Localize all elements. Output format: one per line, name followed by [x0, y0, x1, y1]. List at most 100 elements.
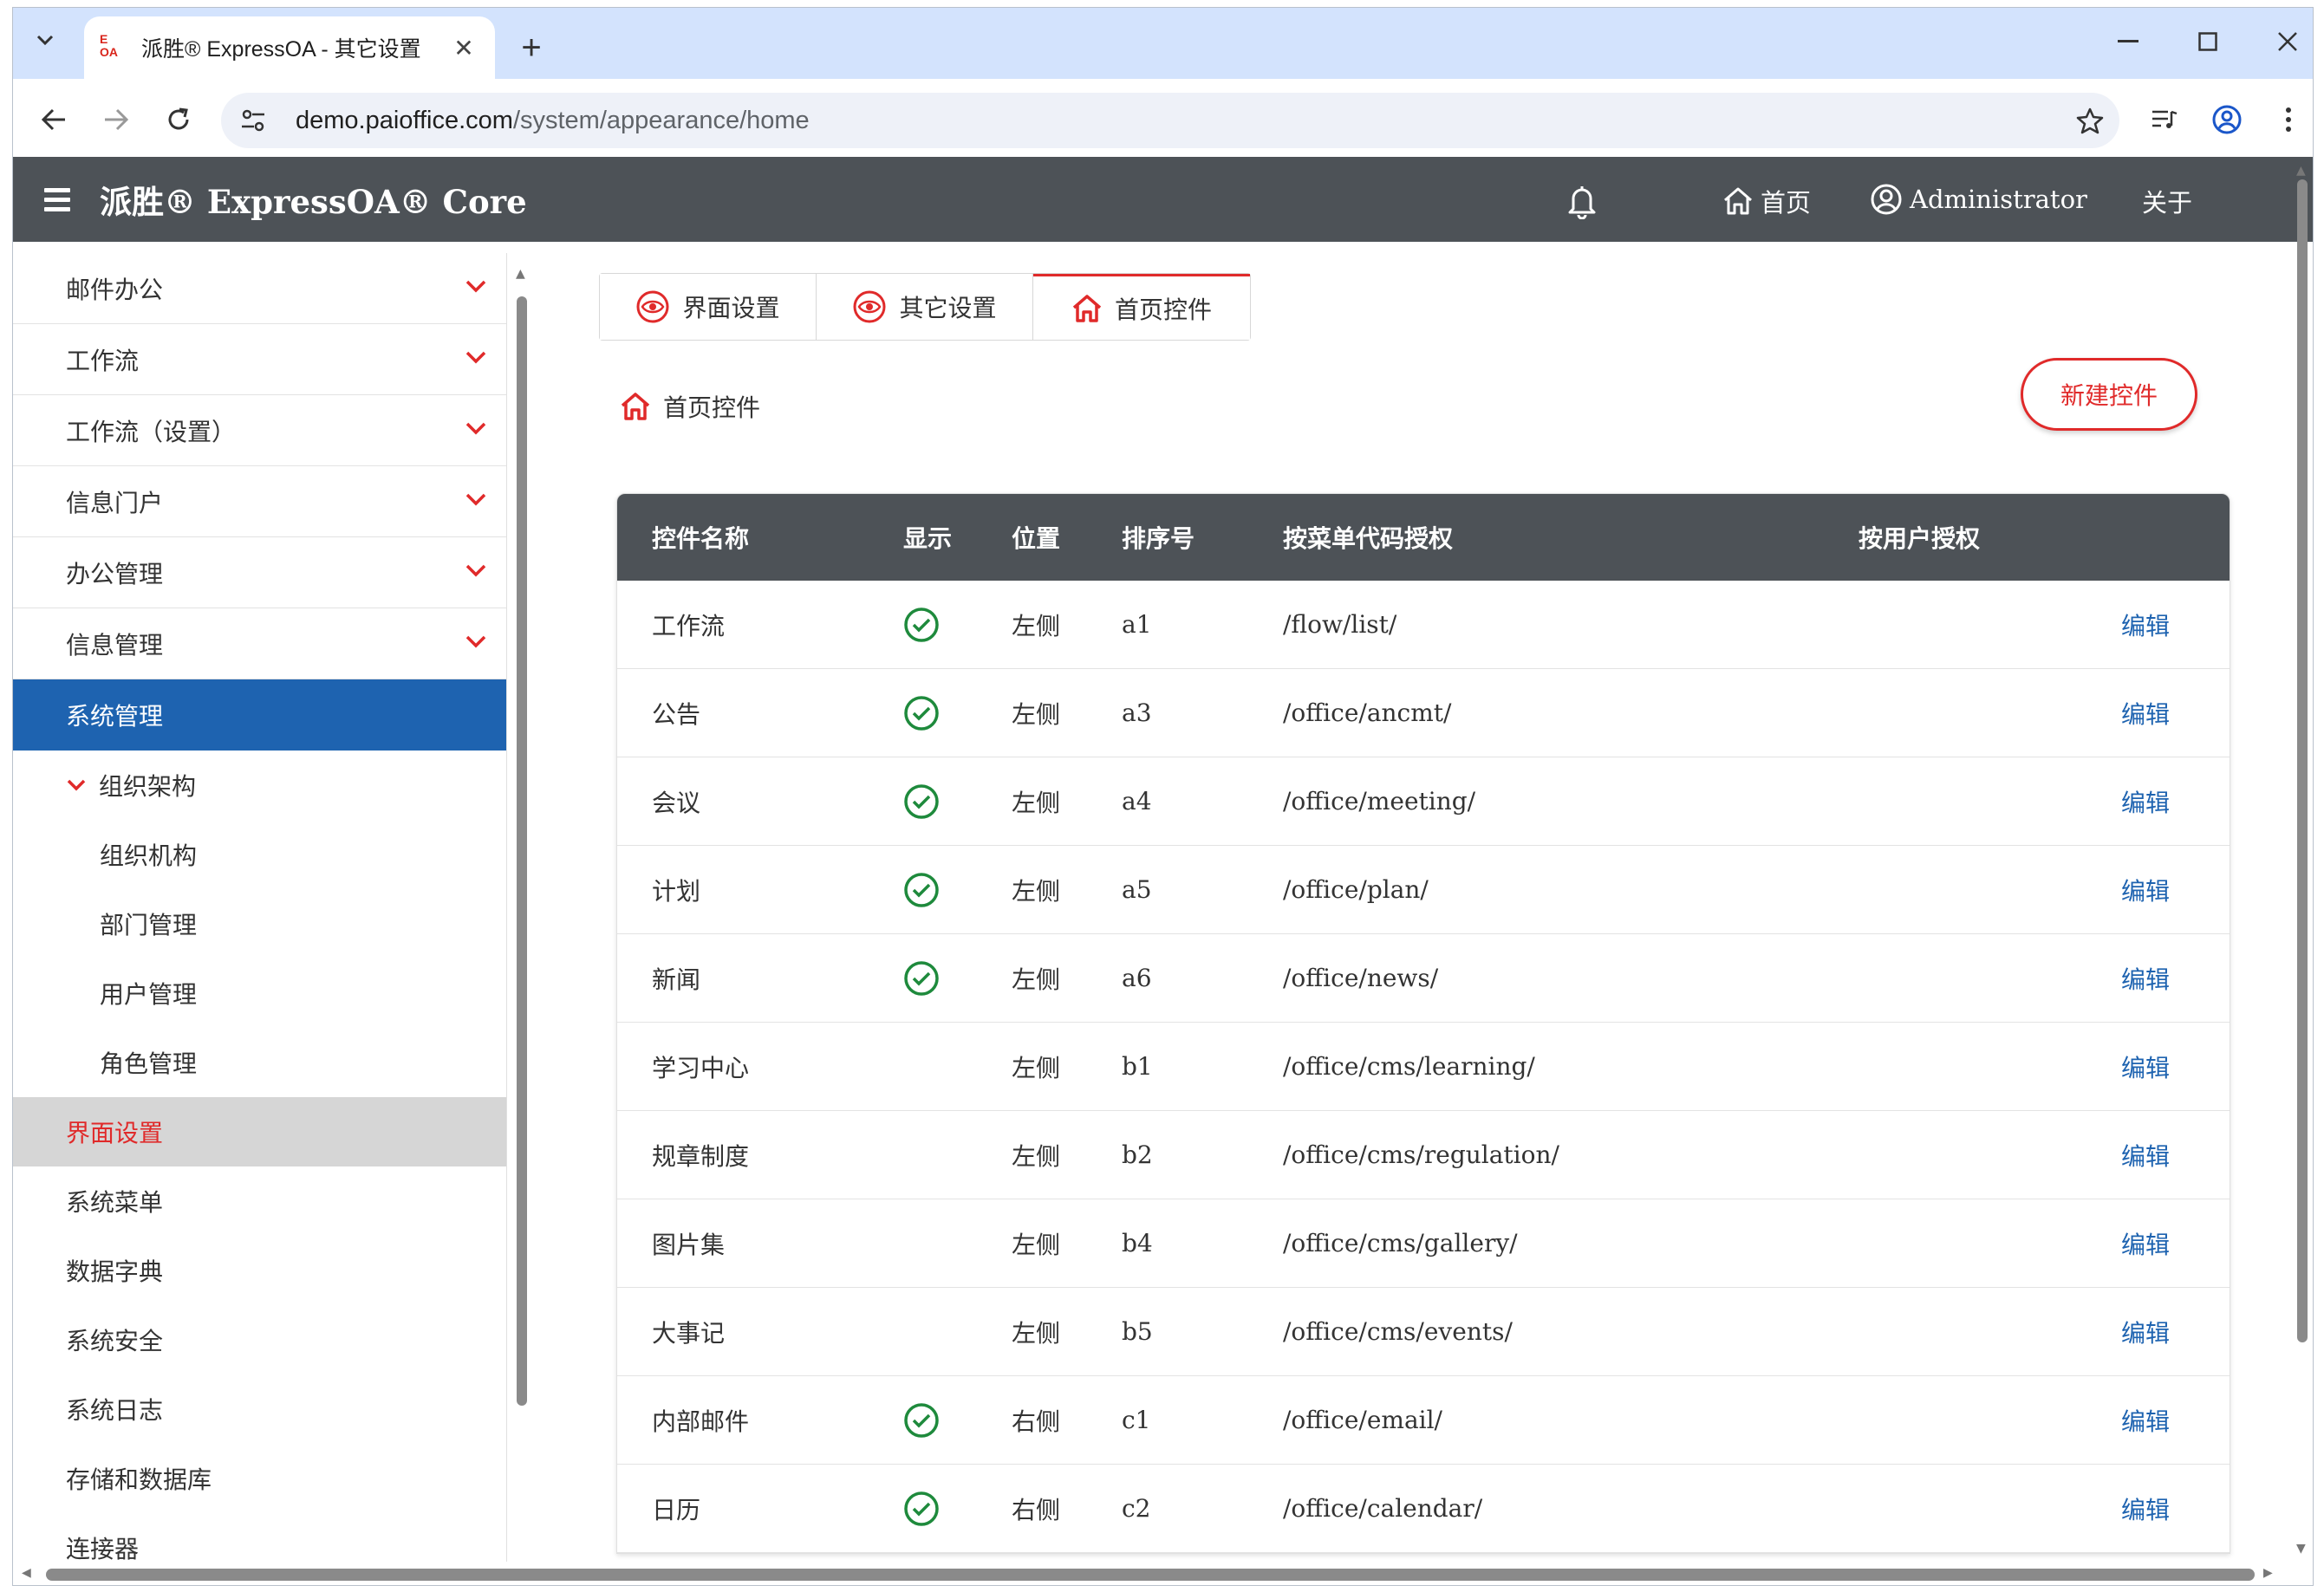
main-content: 界面设置 其它设置 首页控件 首页控件 新建控件 控件名称 显示 位置 排序号 … [533, 242, 2293, 1568]
sidebar-scroll-thumb[interactable] [517, 296, 527, 1406]
minimize-button[interactable] [2102, 20, 2154, 63]
sidebar-group-org[interactable]: 组织架构 [13, 751, 506, 820]
sidebar-item-workflow[interactable]: 工作流 [13, 324, 506, 395]
edit-link[interactable]: 编辑 [2121, 1376, 2170, 1464]
check-circle-icon [904, 1402, 939, 1438]
bookmark-star-icon[interactable] [2076, 107, 2104, 134]
sidebar-item-label: 办公管理 [66, 559, 164, 588]
edit-link[interactable]: 编辑 [2121, 934, 2170, 1022]
notification-bell-icon[interactable] [1565, 183, 1599, 219]
widget-position: 左侧 [1012, 1318, 1061, 1348]
horizontal-scrollbar[interactable]: ◀ ▶ [13, 1562, 2313, 1585]
header-home-link[interactable]: 首页 [1722, 183, 1811, 219]
widget-name: 图片集 [652, 1230, 726, 1259]
sidebar-item-users[interactable]: 用户管理 [13, 958, 506, 1028]
sidebar-item-info[interactable]: 信息管理 [13, 608, 506, 679]
widget-menu-code: /office/email/ [1283, 1406, 1442, 1434]
edit-link[interactable]: 编辑 [2121, 1023, 2170, 1110]
widget-name: 会议 [652, 788, 701, 817]
menu-toggle-icon[interactable] [44, 188, 70, 212]
sidebar-item-org-units[interactable]: 组织机构 [13, 820, 506, 889]
horizontal-scroll-thumb[interactable] [46, 1569, 2255, 1581]
widget-order: a6 [1122, 964, 1152, 992]
sidebar-item-portal[interactable]: 信息门户 [13, 466, 506, 537]
scroll-up-arrow-icon[interactable]: ▲ [2296, 164, 2306, 178]
browser-menu-button[interactable] [2265, 96, 2312, 143]
sidebar-item-system[interactable]: 系统管理 [13, 679, 506, 751]
widget-name: 学习中心 [652, 1053, 750, 1082]
scroll-left-arrow-icon[interactable]: ◀ [22, 1566, 31, 1580]
browser-tab[interactable]: E OA 派胜® ExpressOA - 其它设置 ✕ [84, 16, 495, 79]
edit-link[interactable]: 编辑 [2121, 1465, 2170, 1552]
col-header-position: 位置 [1012, 524, 1061, 553]
widget-menu-code: /office/news/ [1283, 964, 1439, 992]
table-row: 公告 左侧 a3/office/ancmt/编辑 [617, 669, 2230, 757]
sidebar-item-office[interactable]: 办公管理 [13, 537, 506, 608]
profile-button[interactable] [2204, 96, 2250, 143]
tab-search-button[interactable] [23, 18, 67, 62]
address-bar[interactable]: demo.paioffice.com/system/appearance/hom… [221, 93, 2119, 148]
close-tab-icon[interactable]: ✕ [448, 34, 479, 62]
sidebar-item-security[interactable]: 系统安全 [13, 1305, 506, 1374]
chevron-down-icon [465, 422, 486, 435]
tab-other-settings[interactable]: 其它设置 [817, 274, 1033, 340]
widget-position: 右侧 [1012, 1407, 1061, 1436]
sidebar-item-mail[interactable]: 邮件办公 [13, 253, 506, 324]
widget-position: 左侧 [1012, 1230, 1061, 1259]
edit-link[interactable]: 编辑 [2121, 669, 2170, 757]
brand-title: 派胜® ExpressOA® Core [100, 183, 527, 221]
sidebar-item-storage[interactable]: 存储和数据库 [13, 1444, 506, 1513]
show-status [903, 757, 940, 845]
new-tab-button[interactable]: + [507, 23, 556, 72]
sidebar-scrollbar[interactable]: ▲ [512, 253, 531, 1570]
user-circle-icon [1871, 184, 1902, 215]
widget-menu-code: /office/meeting/ [1283, 787, 1476, 815]
scroll-right-arrow-icon[interactable]: ▶ [2263, 1566, 2273, 1580]
home-label: 首页 [1761, 188, 1812, 218]
close-window-button[interactable] [2262, 20, 2313, 63]
widget-menu-code: /office/cms/regulation/ [1283, 1140, 1559, 1169]
sidebar-item-departments[interactable]: 部门管理 [13, 889, 506, 958]
sidebar-group-label: 组织架构 [99, 772, 197, 801]
page-scroll-thumb[interactable] [2297, 179, 2308, 1342]
sidebar-item-dictionary[interactable]: 数据字典 [13, 1236, 506, 1305]
header-user-menu[interactable]: Administrator [1870, 183, 2087, 216]
page-scrollbar[interactable]: ▲ ▼ [2293, 164, 2312, 1568]
sidebar-item-roles[interactable]: 角色管理 [13, 1028, 506, 1097]
edit-link[interactable]: 编辑 [2121, 581, 2170, 668]
widget-order: c2 [1122, 1494, 1151, 1523]
close-icon [2278, 32, 2297, 51]
home-icon [621, 393, 650, 420]
new-widget-button[interactable]: 新建控件 [2021, 358, 2197, 431]
edit-link[interactable]: 编辑 [2121, 1111, 2170, 1199]
tab-home-widgets[interactable]: 首页控件 [1033, 274, 1250, 340]
header-about-link[interactable]: 关于 [2142, 183, 2192, 219]
media-button[interactable] [2141, 96, 2188, 143]
sidebar-item-logs[interactable]: 系统日志 [13, 1374, 506, 1444]
scroll-up-arrow-icon[interactable]: ▲ [516, 267, 525, 281]
widget-menu-code: /office/plan/ [1283, 875, 1429, 904]
url-host: demo.paioffice.com [296, 106, 513, 134]
forward-button[interactable] [93, 96, 140, 143]
edit-link[interactable]: 编辑 [2121, 757, 2170, 845]
back-button[interactable] [30, 96, 77, 143]
col-header-name: 控件名称 [652, 524, 750, 553]
edit-link[interactable]: 编辑 [2121, 1199, 2170, 1287]
table-row: 工作流 左侧 a1/flow/list/编辑 [617, 581, 2230, 669]
scroll-down-arrow-icon[interactable]: ▼ [2296, 1542, 2306, 1556]
sidebar-item-menus[interactable]: 系统菜单 [13, 1166, 506, 1236]
tab-label: 首页控件 [1114, 295, 1212, 324]
show-status [903, 581, 940, 668]
edit-link[interactable]: 编辑 [2121, 846, 2170, 933]
sidebar-item-workflow-settings[interactable]: 工作流（设置） [13, 395, 506, 466]
tab-appearance[interactable]: 界面设置 [600, 274, 817, 340]
edit-link[interactable]: 编辑 [2121, 1288, 2170, 1375]
show-status [903, 1376, 940, 1464]
tab-title: 派胜® ExpressOA - 其它设置 [141, 37, 421, 62]
widget-position: 左侧 [1012, 699, 1061, 729]
reload-button[interactable] [155, 96, 202, 143]
sidebar-item-appearance[interactable]: 界面设置 [13, 1097, 506, 1166]
more-vertical-icon [2286, 107, 2291, 132]
widget-menu-code: /flow/list/ [1283, 610, 1397, 639]
maximize-button[interactable] [2182, 20, 2234, 63]
